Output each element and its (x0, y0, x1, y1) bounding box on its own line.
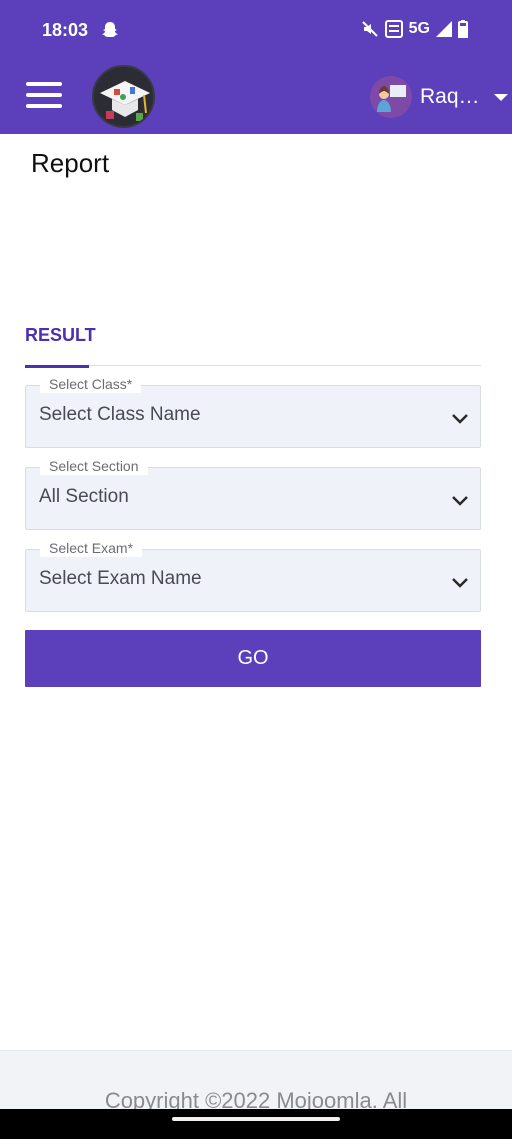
status-time: 18:03 (42, 20, 89, 40)
mute-icon (361, 21, 378, 37)
tab-result-label: RESULT (25, 325, 96, 345)
status-icons: 5G (361, 20, 468, 38)
user-menu[interactable]: Raq… (370, 76, 508, 118)
volte-icon (384, 20, 403, 38)
section-select-label: Select Section (40, 457, 148, 475)
page-title: Report (31, 148, 110, 178)
battery-icon (458, 20, 468, 38)
chevron-down-icon (452, 496, 468, 506)
signal-icon (436, 21, 452, 37)
chevron-down-icon (452, 414, 468, 424)
exam-select[interactable]: Select Exam* Select Exam Name (25, 539, 481, 612)
snapchat-icon (102, 22, 118, 37)
system-nav-bar (0, 1109, 512, 1139)
go-button[interactable]: GO (25, 630, 481, 687)
section-select-value: All Section (39, 486, 129, 507)
avatar (370, 76, 412, 118)
exam-select-value: Select Exam Name (39, 568, 202, 589)
network-type: 5G (408, 20, 430, 37)
user-name: Raq… (420, 85, 480, 108)
caret-down-icon[interactable] (493, 93, 508, 101)
footer: Copyright ©2022 Mojoomla. All (0, 1050, 512, 1110)
copyright-text: Copyright ©2022 Mojoomla. All (104, 1088, 408, 1110)
tab-active-indicator (25, 365, 89, 368)
menu-icon[interactable] (26, 82, 62, 112)
chevron-down-icon (452, 578, 468, 588)
home-gesture-handle[interactable] (172, 1117, 340, 1121)
section-select[interactable]: Select Section All Section (25, 457, 481, 530)
logo (92, 65, 155, 128)
class-select-label: Select Class* (40, 375, 142, 393)
status-bar: 18:03 5G (0, 0, 512, 62)
exam-select-label: Select Exam* (40, 539, 143, 557)
class-select[interactable]: Select Class* Select Class Name (25, 375, 481, 448)
class-select-value: Select Class Name (39, 404, 201, 425)
tab-bar: RESULT (25, 318, 481, 368)
tab-result[interactable]: RESULT (25, 318, 96, 368)
app-bar: Raq… (0, 62, 512, 134)
